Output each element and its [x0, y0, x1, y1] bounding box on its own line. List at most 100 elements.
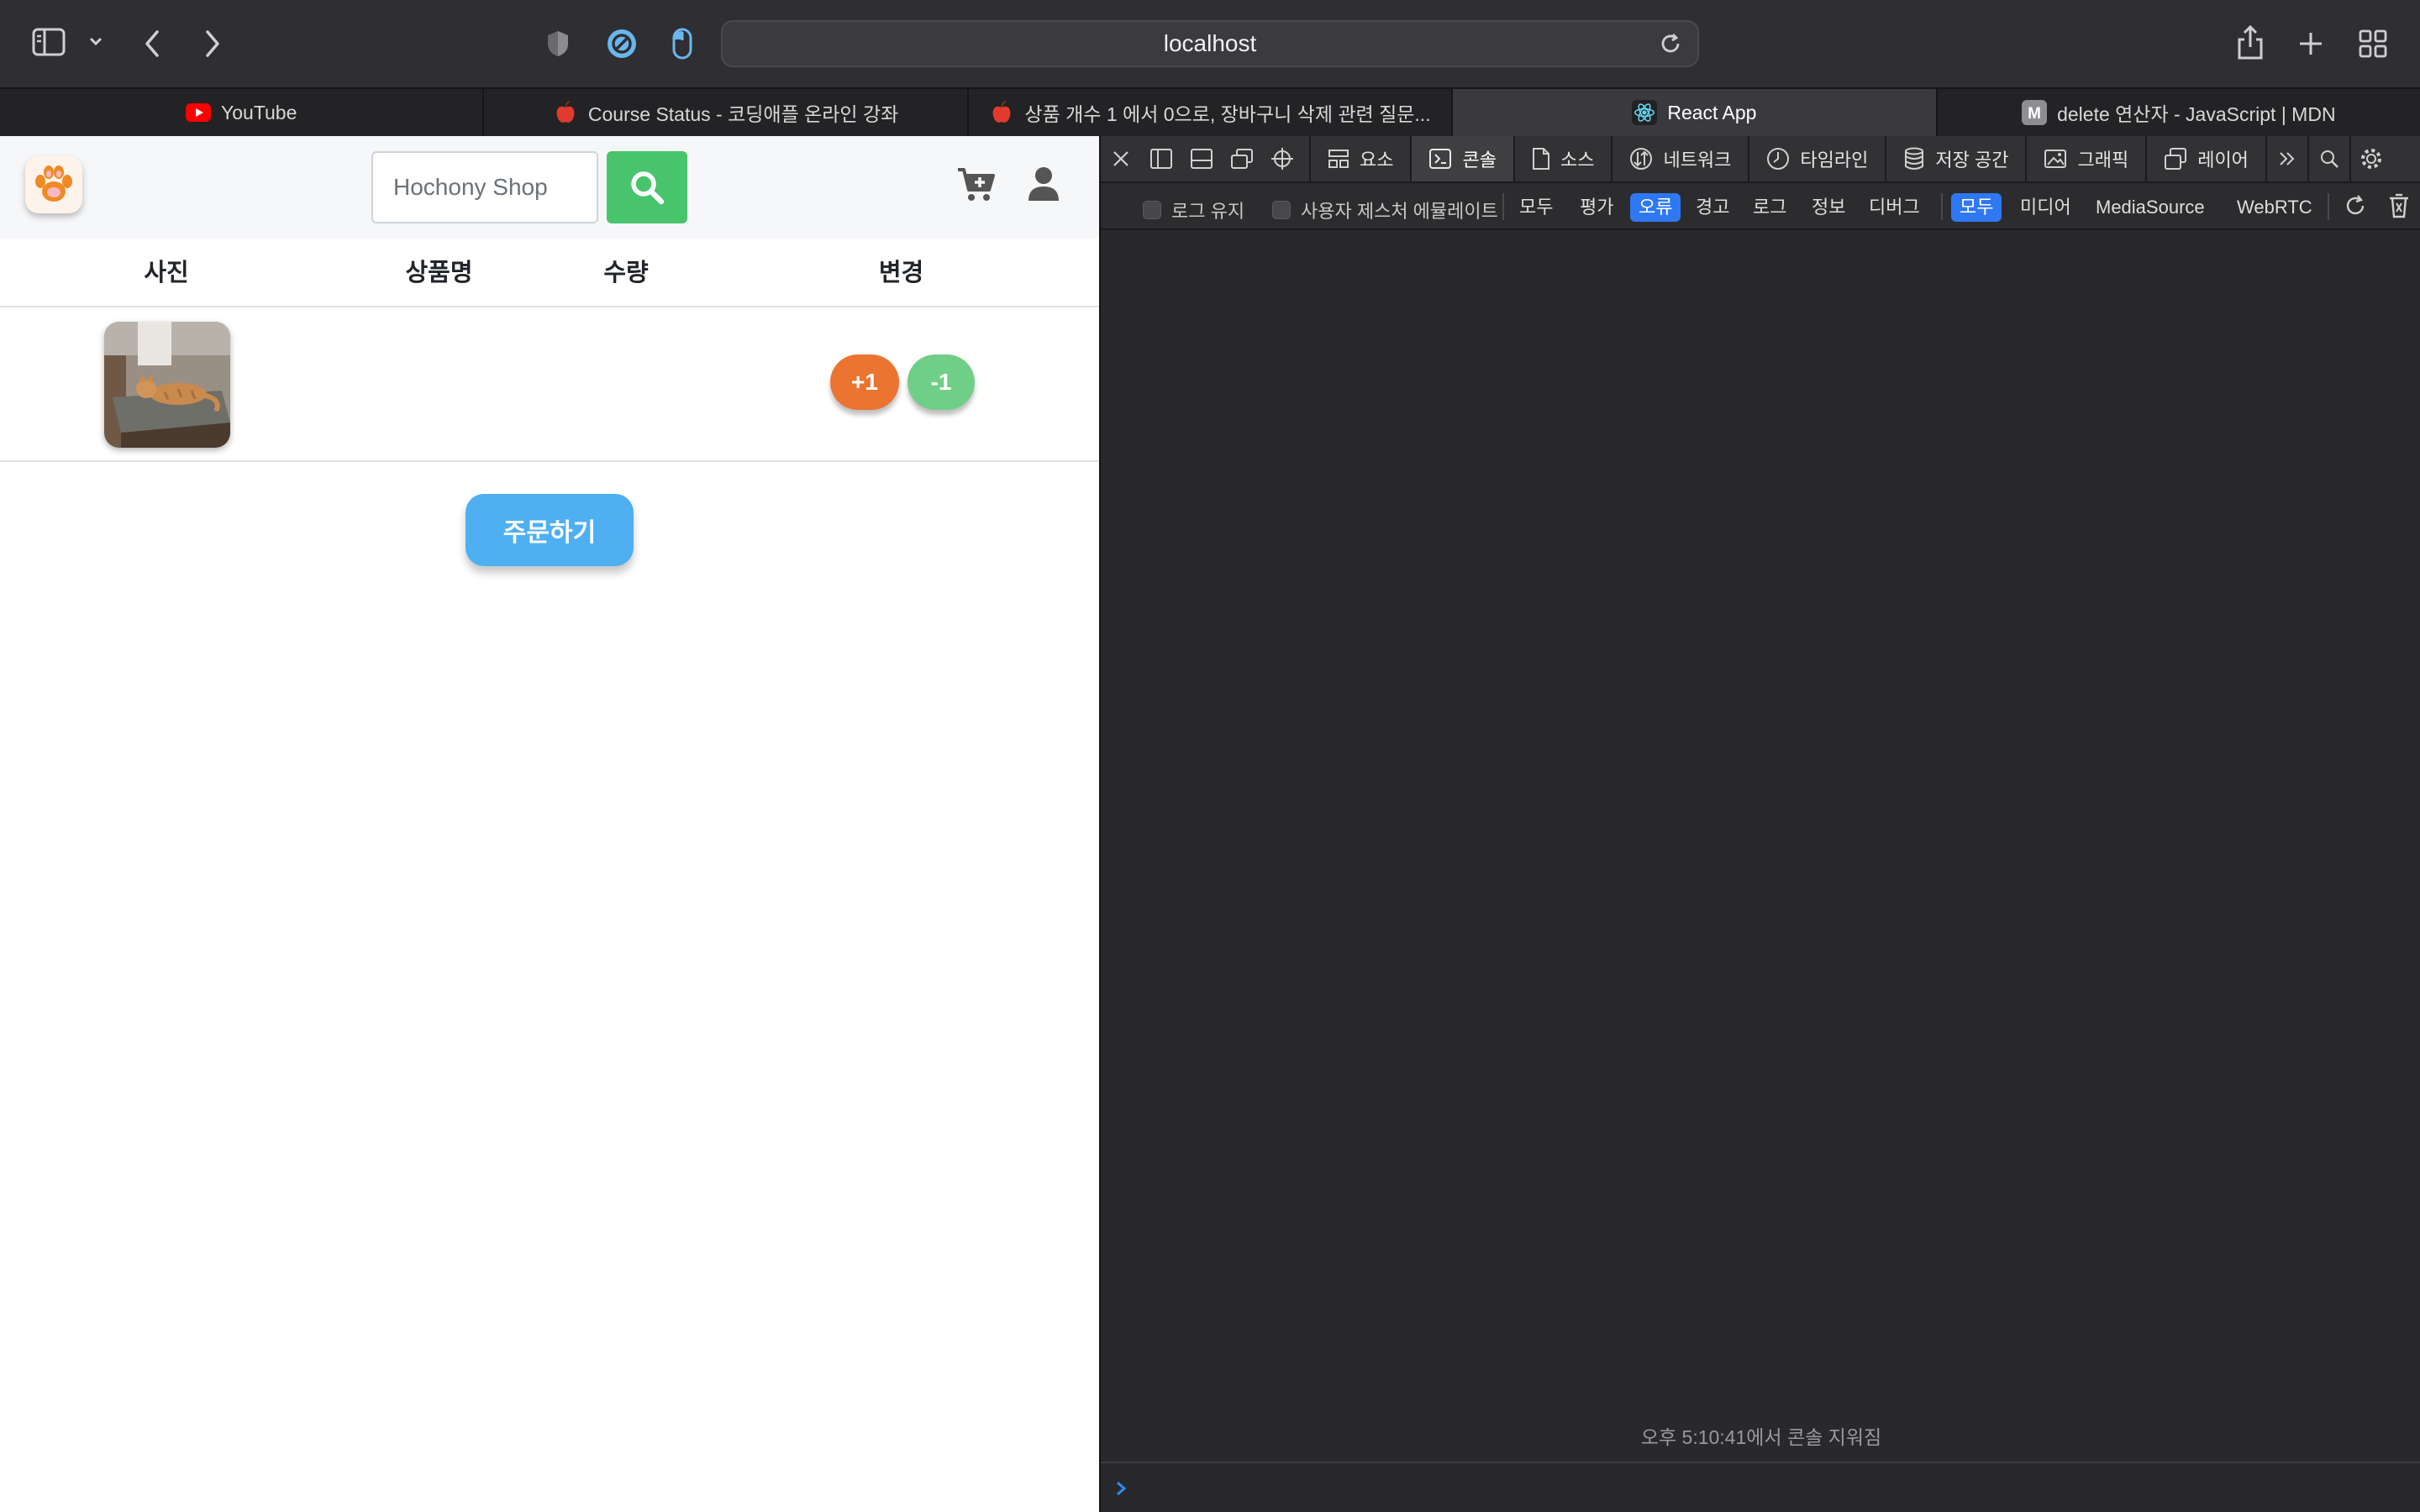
mdn-icon: M [2022, 100, 2048, 125]
tab-youtube[interactable]: YouTube [0, 89, 485, 136]
detach-window-button[interactable] [1222, 136, 1262, 181]
sidebar-icon [32, 28, 103, 56]
increase-quantity-button[interactable]: +1 [830, 354, 899, 410]
filter-source-all[interactable]: 모두 [1951, 193, 2002, 222]
filter-source-mediasource[interactable]: MediaSource [2087, 193, 2213, 222]
timeline-icon [1767, 148, 1790, 170]
dock-bottom-icon [1191, 149, 1213, 169]
tab-network[interactable]: 네트워크 [1612, 136, 1750, 181]
tab-label: 네트워크 [1663, 150, 1732, 171]
address-text[interactable]: localhost [723, 22, 1697, 66]
storage-icon [1905, 147, 1924, 170]
layers-icon [2165, 148, 2187, 170]
privacy-report-button[interactable] [541, 27, 575, 60]
element-picker-button[interactable] [1262, 136, 1302, 181]
extension-button[interactable] [666, 25, 699, 62]
filter-level-all[interactable]: 모두 [1511, 193, 1561, 222]
search-icon [631, 171, 665, 205]
inspector-tab-bar: 요소 콘솔 소스 네트워크 타임라인 저장 공간 그래픽 레이어 [1101, 136, 2420, 183]
graphics-icon [2044, 150, 2067, 168]
dock-bottom-button[interactable] [1181, 136, 1222, 181]
tab-overview-button[interactable] [2354, 25, 2391, 62]
trash-icon [2390, 193, 2408, 218]
more-tabs-button[interactable] [2267, 136, 2307, 181]
inspector-settings-button[interactable] [2351, 136, 2391, 181]
checkbox-box[interactable] [1272, 201, 1291, 219]
browser-toolbar: localhost [0, 0, 2420, 87]
column-header-photo: 사진 [144, 260, 189, 286]
tab-graphics[interactable]: 그래픽 [2027, 136, 2148, 181]
filter-level-error[interactable]: 오류 [1630, 193, 1681, 222]
paw-logo[interactable] [25, 156, 82, 213]
clear-console-button[interactable] [2386, 192, 2412, 220]
search-input[interactable] [371, 151, 598, 223]
user-icon [1028, 167, 1059, 201]
divider [2328, 193, 2329, 220]
filter-level-warning[interactable]: 경고 [1687, 193, 1738, 222]
console-cleared-message: 오후 5:10:41에서 콘솔 지워짐 [1640, 1426, 1882, 1448]
tab-console[interactable]: 콘솔 [1412, 136, 1515, 181]
cat-photo [104, 322, 230, 448]
address-bar[interactable]: localhost [721, 20, 1699, 67]
clear-on-reload-button[interactable] [2343, 192, 2368, 220]
search-inspector-button[interactable] [2309, 136, 2349, 181]
tab-label: 저장 공간 [1935, 150, 2009, 171]
table-header: 사진 상품명 수량 변경 [0, 239, 1099, 307]
filter-source-media[interactable]: 미디어 [2012, 193, 2080, 222]
new-tab-button[interactable] [2292, 24, 2329, 64]
cart-button[interactable] [953, 161, 1000, 208]
console-filter-bar: 로그 유지 사용자 제스처 에뮬레이트 모두 평가 오류 경고 로그 정보 디버… [1101, 183, 2420, 230]
user-button[interactable] [1020, 160, 1067, 208]
checkbox-box[interactable] [1143, 201, 1161, 219]
tab-sources[interactable]: 소스 [1515, 136, 1613, 181]
filter-level-log[interactable]: 로그 [1744, 193, 1795, 222]
filter-level-debug[interactable]: 디버그 [1860, 193, 1928, 222]
tab-label: 레이어 [2197, 150, 2249, 171]
share-button[interactable] [2232, 22, 2269, 64]
close-icon [1113, 151, 1128, 166]
tab-bar: YouTube Course Status - 코딩애플 온라인 강좌 상품 개… [0, 87, 2420, 136]
tab-label: 콘솔 [1462, 150, 1497, 171]
order-button[interactable]: 주문하기 [466, 494, 634, 566]
tab-question[interactable]: 상품 개수 1 에서 0으로, 장바구니 삭제 관련 질문... [969, 89, 1454, 136]
apple-favicon [989, 101, 1014, 124]
extension-button[interactable] [603, 25, 640, 62]
close-inspector-button[interactable] [1101, 136, 1141, 181]
tab-label: 요소 [1360, 150, 1394, 171]
column-header-change: 변경 [878, 260, 924, 286]
elements-icon [1328, 150, 1349, 168]
preserve-log-checkbox[interactable]: 로그 유지 [1143, 197, 1244, 223]
sidebar-toggle-button[interactable] [30, 25, 108, 62]
filter-source-webrtc[interactable]: WebRTC [2228, 193, 2321, 222]
filter-level-info[interactable]: 정보 [1803, 193, 1854, 222]
tab-label: 상품 개수 1 에서 0으로, 장바구니 삭제 관련 질문... [1024, 103, 1431, 125]
tab-label: Course Status - 코딩애플 온라인 강좌 [587, 103, 899, 125]
tab-elements[interactable]: 요소 [1311, 136, 1413, 181]
cat-photo-image [104, 322, 230, 448]
reload-button[interactable] [1654, 27, 1687, 60]
decrease-quantity-button[interactable]: -1 [908, 354, 975, 410]
cart-table: 사진 상품명 수량 변경 +1 -1 [0, 239, 1099, 462]
emulate-gesture-checkbox[interactable]: 사용자 제스처 에뮬레이트 [1272, 197, 1498, 223]
web-inspector: 요소 콘솔 소스 네트워크 타임라인 저장 공간 그래픽 레이어 로그 유지 사… [1099, 136, 2420, 1512]
console-prompt[interactable] [1101, 1462, 2420, 1512]
tab-react-app[interactable]: React App [1453, 89, 1938, 136]
search-button[interactable] [607, 151, 687, 223]
tab-layers[interactable]: 레이어 [2147, 136, 2267, 181]
tab-storage[interactable]: 저장 공간 [1886, 136, 2028, 181]
tab-course-status[interactable]: Course Status - 코딩애플 온라인 강좌 [484, 89, 969, 136]
tab-timeline[interactable]: 타임라인 [1749, 136, 1887, 181]
tab-mdn[interactable]: M delete 연산자 - JavaScript | MDN [1938, 89, 2420, 136]
checkbox-label: 사용자 제스처 에뮬레이트 [1301, 201, 1498, 222]
back-button[interactable] [134, 24, 171, 64]
reload-icon [1661, 34, 1680, 53]
dock-left-button[interactable] [1141, 136, 1181, 181]
react-icon [1632, 100, 1658, 125]
forward-button[interactable] [193, 24, 230, 64]
checkbox-label: 로그 유지 [1171, 201, 1245, 222]
youtube-icon [186, 101, 211, 124]
shop-navbar [0, 136, 1099, 239]
reload-icon [2346, 195, 2365, 215]
table-row: +1 -1 [0, 307, 1099, 462]
filter-level-evaluation[interactable]: 평가 [1571, 193, 1622, 222]
